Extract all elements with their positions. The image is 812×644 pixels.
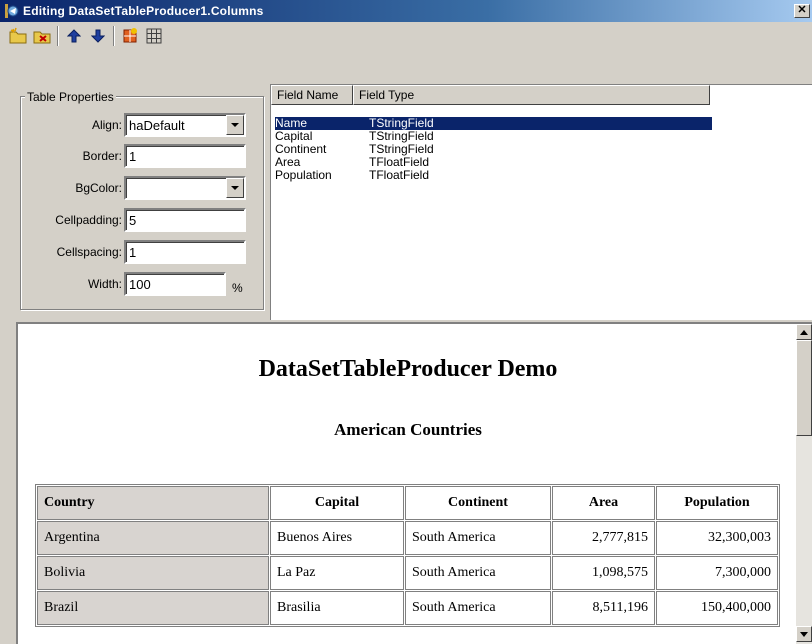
delete-field-button[interactable] (30, 25, 54, 47)
cellspacing-input[interactable]: 1 (124, 240, 246, 264)
table-cell: La Paz (270, 556, 404, 590)
table-cell: South America (405, 591, 551, 625)
table-cell: Argentina (37, 521, 269, 555)
list-item[interactable]: Name TStringField (275, 117, 712, 130)
field-name: Population (275, 168, 332, 182)
move-up-button[interactable] (62, 25, 86, 47)
table-cell: 1,098,575 (552, 556, 655, 590)
table-header-cell: Country (37, 486, 269, 520)
cellspacing-label: Cellspacing: (56, 245, 122, 259)
width-label: Width: (87, 277, 122, 291)
close-button[interactable]: ✕ (794, 4, 810, 18)
preview-table: Country Capital Continent Area Populatio… (35, 484, 780, 627)
table-cell: Buenos Aires (270, 521, 404, 555)
table-header-cell: Area (552, 486, 655, 520)
toolbar-separator (57, 26, 59, 46)
table-row: Brazil Brasilia South America 8,511,196 … (37, 591, 778, 625)
bgcolor-combobox[interactable] (124, 176, 246, 200)
table-cell: South America (405, 556, 551, 590)
move-down-icon (91, 29, 105, 43)
toolbar-separator (113, 26, 115, 46)
grid-icon (146, 28, 162, 44)
border-value: 1 (129, 149, 137, 164)
app-icon (3, 3, 19, 19)
cellpadding-value: 5 (129, 213, 137, 228)
cellpadding-label: Cellpadding: (55, 213, 122, 227)
width-value: 100 (129, 277, 151, 292)
table-cell: Brasilia (270, 591, 404, 625)
field-type: TFloatField (369, 168, 430, 182)
fields-listview[interactable]: Field Name Field Type Name TStringField … (270, 84, 812, 320)
width-percent-label: % (232, 281, 243, 295)
move-down-button[interactable] (86, 25, 110, 47)
add-all-fields-icon (9, 27, 27, 44)
align-combobox[interactable]: haDefault (124, 113, 246, 137)
list-item[interactable]: Population TFloatField (275, 169, 429, 182)
table-cell: 150,400,000 (656, 591, 778, 625)
delete-field-icon (33, 31, 51, 44)
table-row: Argentina Buenos Aires South America 2,7… (37, 521, 778, 555)
restore-defaults-button[interactable] (118, 25, 142, 47)
scroll-up-button[interactable] (796, 324, 812, 340)
table-cell: 2,777,815 (552, 521, 655, 555)
column-header-field-type[interactable]: Field Type (353, 85, 710, 105)
title-bar: Editing DataSetTableProducer1.Columns ✕ (0, 0, 812, 22)
align-label: Align: (91, 118, 122, 132)
scroll-up-icon (800, 329, 808, 335)
align-value: haDefault (129, 118, 185, 133)
grid-button[interactable] (142, 25, 166, 47)
scroll-thumb[interactable] (796, 340, 812, 436)
table-header-row: Country Capital Continent Area Populatio… (37, 486, 778, 520)
table-header-cell: Population (656, 486, 778, 520)
bgcolor-dropdown-button[interactable] (226, 178, 244, 198)
add-all-fields-button[interactable] (6, 25, 30, 47)
column-header-field-name[interactable]: Field Name (271, 85, 353, 105)
html-preview-pane[interactable]: DataSetTableProducer Demo American Count… (16, 322, 812, 644)
table-cell: 32,300,003 (656, 521, 778, 555)
table-row: Bolivia La Paz South America 1,098,575 7… (37, 556, 778, 590)
cellspacing-value: 1 (129, 245, 137, 260)
table-cell: 7,300,000 (656, 556, 778, 590)
table-cell: South America (405, 521, 551, 555)
close-icon: ✕ (797, 4, 807, 16)
scroll-down-button[interactable] (796, 626, 812, 642)
preview-title: DataSetTableProducer Demo (258, 356, 558, 382)
border-label: Border: (82, 149, 122, 163)
table-header-cell: Capital (270, 486, 404, 520)
width-input[interactable]: 100 (124, 272, 226, 296)
scroll-down-icon (800, 631, 808, 637)
preview-subtitle: American Countries (334, 420, 482, 439)
cellpadding-input[interactable]: 5 (124, 208, 246, 232)
table-cell: 8,511,196 (552, 591, 655, 625)
listview-header: Field Name Field Type (271, 85, 710, 105)
toolbar (0, 22, 812, 50)
table-header-cell: Continent (405, 486, 551, 520)
move-up-icon (67, 29, 81, 43)
restore-defaults-icon (123, 28, 137, 43)
align-dropdown-button[interactable] (226, 115, 244, 135)
table-cell: Brazil (37, 591, 269, 625)
window-title: Editing DataSetTableProducer1.Columns (23, 4, 264, 18)
border-input[interactable]: 1 (124, 144, 246, 168)
table-properties-caption: Table Properties (25, 90, 116, 104)
bgcolor-label: BgColor: (75, 181, 122, 195)
vertical-scrollbar[interactable] (796, 324, 812, 644)
table-cell: Bolivia (37, 556, 269, 590)
